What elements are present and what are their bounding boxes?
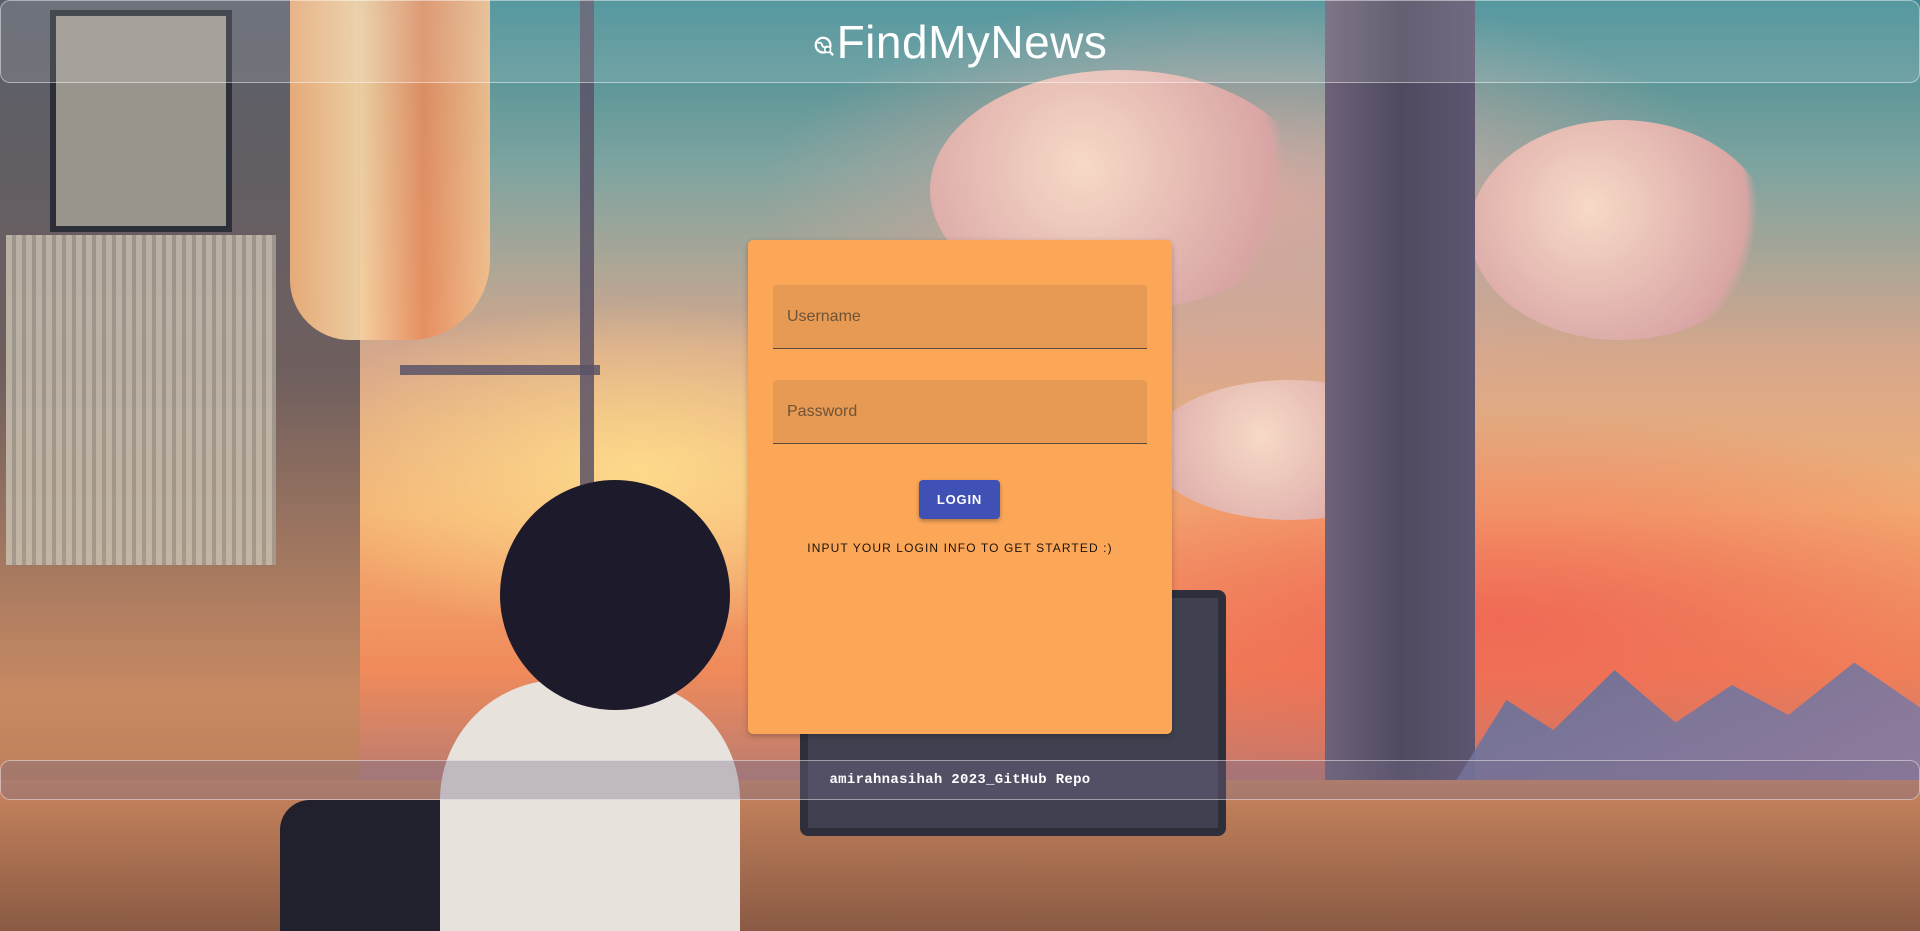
app-footer: amirahnasihah 2023_GitHub Repo: [0, 760, 1920, 800]
app-header: FindMyNews: [0, 0, 1920, 83]
background-girl-head: [500, 480, 730, 710]
background-window-frame: [400, 365, 600, 375]
app-title: FindMyNews: [836, 15, 1108, 68]
password-input[interactable]: [773, 380, 1147, 443]
background-cloud: [1470, 120, 1770, 340]
footer-repo-link[interactable]: amirahnasihah 2023_GitHub Repo: [829, 772, 1090, 788]
username-input[interactable]: [773, 285, 1147, 348]
login-card: LOGIN INPUT YOUR LOGIN INFO TO GET START…: [748, 240, 1172, 734]
username-field: [773, 285, 1147, 349]
globe-search-icon: [814, 36, 834, 56]
background-notice-board: [6, 235, 276, 565]
password-field: [773, 380, 1147, 444]
login-button[interactable]: LOGIN: [919, 480, 1000, 519]
page: FindMyNews LOGIN INPUT YOUR LOGIN INFO T…: [0, 0, 1920, 931]
login-hint: INPUT YOUR LOGIN INFO TO GET STARTED :): [807, 541, 1113, 555]
background-girl-body: [440, 680, 740, 931]
brand[interactable]: FindMyNews: [813, 15, 1108, 69]
